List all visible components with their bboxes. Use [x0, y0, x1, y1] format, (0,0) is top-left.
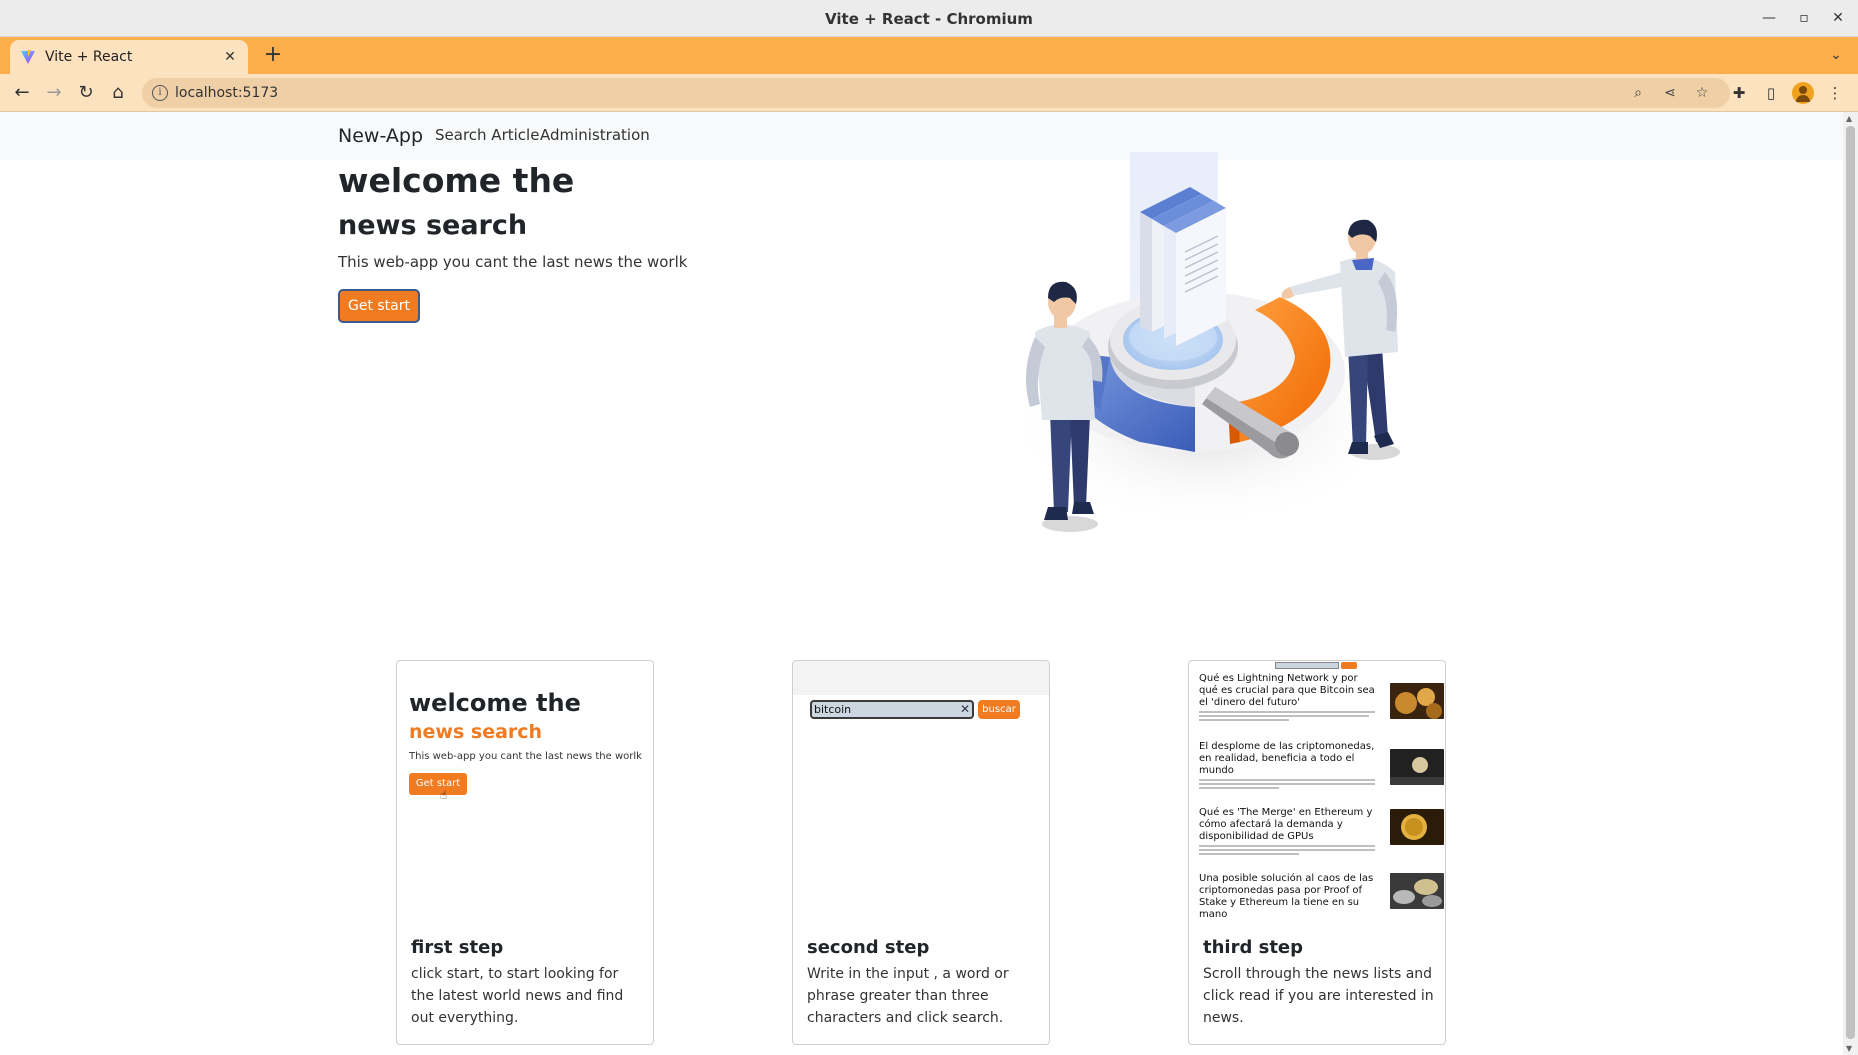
get-start-button[interactable]: Get start — [338, 289, 420, 323]
news-thumbnail-crypto-dark — [1390, 749, 1444, 785]
news-list-item: Una posible solución al caos de las crip… — [1199, 873, 1444, 921]
page-scrollbar[interactable]: ▲ ▼ — [1843, 112, 1858, 1055]
mock-search-button — [1341, 662, 1357, 669]
news-snippet — [1199, 709, 1377, 725]
news-title: Una posible solución al caos de las crip… — [1199, 873, 1374, 920]
news-thumbnail-coins-pile — [1390, 873, 1444, 909]
reload-icon[interactable]: ↻ — [74, 81, 98, 105]
vite-logo-icon — [21, 50, 35, 64]
profile-avatar-icon[interactable] — [1792, 82, 1814, 104]
step-card-first: welcome the news search This web-app you… — [396, 660, 654, 1045]
mock-title-line2: news search — [409, 721, 543, 743]
app-navbar: New-App Search Article Administration — [0, 112, 1843, 160]
scroll-down-arrow-icon[interactable]: ▼ — [1846, 1044, 1852, 1053]
card-text: Write in the input , a word or phrase gr… — [807, 966, 1009, 1026]
card-title: first step — [411, 937, 504, 958]
card-text: click start, to start looking for the la… — [411, 966, 624, 1026]
card-text: Scroll through the news lists and click … — [1203, 966, 1434, 1026]
news-thumbnail-gold-coin — [1390, 809, 1444, 845]
mock-description: This web-app you cant the last news the … — [409, 751, 642, 762]
news-list-item: El desplome de las criptomonedas, en rea… — [1199, 741, 1444, 793]
tab-strip: Vite + React ✕ + ⌄ — [0, 37, 1858, 74]
back-icon[interactable]: ← — [10, 81, 34, 105]
news-title: El desplome de las criptomonedas, en rea… — [1199, 741, 1375, 776]
address-bar[interactable]: i localhost:5173 ⌕ ⋖ ☆ — [142, 78, 1730, 108]
close-window-icon[interactable]: ✕ — [1828, 8, 1848, 28]
card-title: second step — [807, 937, 930, 958]
mock-search-box — [1275, 662, 1339, 669]
window-title: Vite + React - Chromium — [825, 10, 1033, 28]
news-list-item: Qué es Lightning Network y por qué es cr… — [1199, 673, 1444, 725]
home-icon[interactable]: ⌂ — [106, 81, 130, 105]
scroll-up-arrow-icon[interactable]: ▲ — [1846, 114, 1852, 123]
share-icon[interactable]: ⋖ — [1660, 83, 1680, 103]
hero-title-line1: welcome the — [338, 161, 575, 200]
news-snippet — [1199, 777, 1377, 793]
bookmark-star-icon[interactable]: ☆ — [1692, 83, 1712, 103]
mock-search-input: bitcoin — [810, 700, 974, 719]
nav-link-search-article[interactable]: Search Article — [435, 126, 539, 144]
forward-icon[interactable]: → — [42, 81, 66, 105]
card-title: third step — [1203, 937, 1304, 958]
tab-search-chevron-icon[interactable]: ⌄ — [1826, 45, 1846, 65]
pointer-cursor-icon: ☝ — [440, 788, 448, 802]
news-title: Qué es 'The Merge' en Ethereum y cómo af… — [1199, 807, 1373, 842]
mock-navbar — [793, 661, 1049, 695]
first-step-screenshot: welcome the news search This web-app you… — [397, 661, 653, 931]
browser-toolbar: ← → ↻ ⌂ i localhost:5173 ⌕ ⋖ ☆ ✚ ▯ ⋮ — [0, 74, 1858, 112]
news-snippet-lines — [1199, 711, 1375, 721]
page-viewport: New-App Search Article Administration we… — [0, 112, 1843, 1055]
zoom-icon[interactable]: ⌕ — [1628, 83, 1648, 103]
clear-input-icon: ✕ — [960, 702, 971, 716]
minimize-icon[interactable]: — — [1759, 8, 1779, 28]
hero-description: This web-app you cant the last news the … — [338, 253, 688, 271]
window-titlebar: Vite + React - Chromium — ▫ ✕ — [0, 0, 1858, 37]
news-search-illustration — [1005, 152, 1405, 532]
browser-tab[interactable]: Vite + React ✕ — [10, 40, 248, 74]
step-card-second: bitcoin ✕ buscar second step Write in th… — [792, 660, 1050, 1045]
maximize-icon[interactable]: ▫ — [1794, 8, 1814, 28]
browser-menu-icon[interactable]: ⋮ — [1824, 82, 1846, 104]
tab-close-icon[interactable]: ✕ — [220, 47, 240, 67]
news-list-item: Qué es 'The Merge' en Ethereum y cómo af… — [1199, 807, 1444, 859]
hero-title-line2: news search — [338, 210, 528, 241]
nav-link-administration[interactable]: Administration — [540, 126, 650, 144]
side-panel-icon[interactable]: ▯ — [1760, 82, 1782, 104]
step-card-third: Qué es Lightning Network y por qué es cr… — [1188, 660, 1446, 1045]
mock-search-header — [1189, 661, 1445, 673]
news-snippet-lines — [1199, 779, 1375, 789]
news-thumbnail-bitcoin-gold — [1390, 683, 1444, 719]
news-title: Qué es Lightning Network y por qué es cr… — [1199, 673, 1375, 708]
navbar-brand[interactable]: New-App — [338, 125, 423, 147]
site-info-icon[interactable]: i — [152, 85, 168, 101]
mock-title-line1: welcome the — [409, 689, 581, 717]
second-step-screenshot: bitcoin ✕ buscar — [793, 661, 1049, 931]
mock-get-start-button: Get start — [409, 773, 467, 795]
news-snippet — [1199, 843, 1377, 859]
new-tab-icon[interactable]: + — [260, 42, 286, 68]
extensions-puzzle-icon[interactable]: ✚ — [1728, 82, 1750, 104]
url-text[interactable]: localhost:5173 — [175, 85, 278, 101]
news-snippet-lines — [1199, 845, 1375, 855]
third-step-screenshot: Qué es Lightning Network y por qué es cr… — [1189, 661, 1445, 931]
tab-title: Vite + React — [45, 49, 133, 65]
scrollbar-thumb[interactable] — [1846, 126, 1855, 1039]
mock-buscar-button: buscar — [978, 700, 1020, 719]
